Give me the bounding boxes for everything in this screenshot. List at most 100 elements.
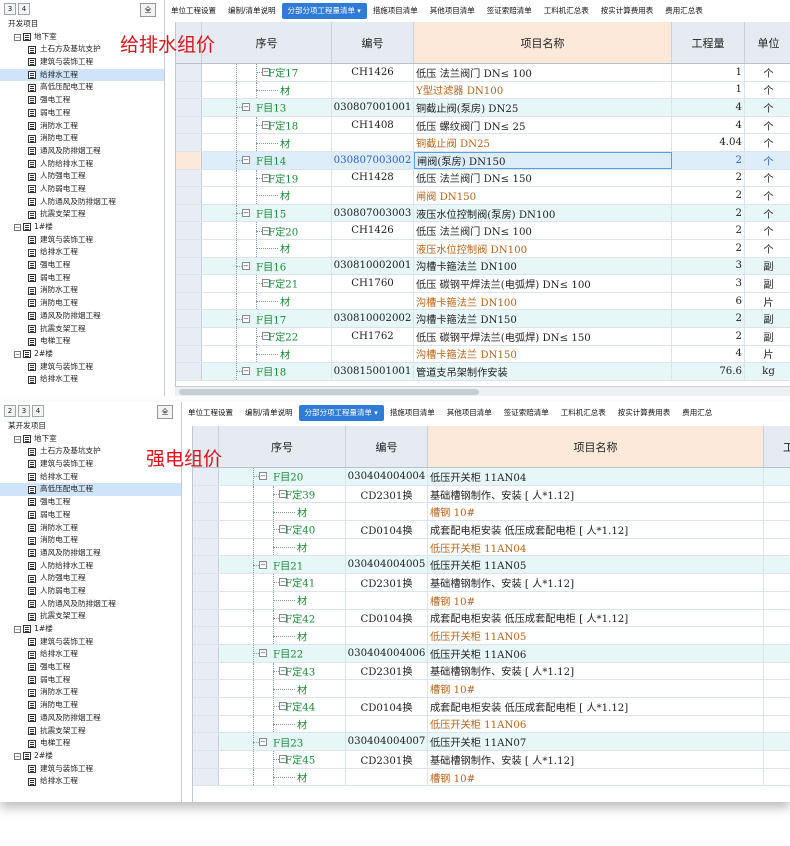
tab-item[interactable]: 其他项目清单 <box>441 405 498 421</box>
table-row[interactable]: 材 沟槽卡箍法兰 DN150 4 片 <box>176 345 790 364</box>
table-row[interactable]: 材 Y型过滤器 DN100 1 个 <box>176 81 790 100</box>
tree-item[interactable]: 消防电工程 <box>0 132 164 145</box>
tree-item[interactable]: 给排水工程 <box>0 246 164 259</box>
tree-item[interactable]: 消防电工程 <box>0 297 164 310</box>
tree-item[interactable]: 通风及防排烟工程 <box>0 712 181 725</box>
table-row[interactable]: −F定39CD2301换基础槽钢制作、安装 [ 人*1.12]4m <box>193 485 790 504</box>
tree-item[interactable]: 高低压配电工程 <box>0 483 181 497</box>
table-row[interactable]: 材槽钢 10#4.04kg <box>193 591 790 610</box>
table-row[interactable]: −F定44CD0104换成套配电柜安装 低压成套配电柜 [ 人*1.12]1台 <box>193 697 790 716</box>
qty-cell[interactable]: 2 <box>672 151 745 169</box>
table-row[interactable]: −F定41CD2301换基础槽钢制作、安装 [ 人*1.12]4m <box>193 574 790 592</box>
tab-item[interactable]: 签证索赔清单 <box>481 3 538 19</box>
qty-cell[interactable]: 2 <box>672 239 745 257</box>
tab-item[interactable]: 其他项目清单 <box>424 3 481 19</box>
tab-item[interactable]: 措施项目清单 <box>384 405 441 421</box>
name-cell[interactable]: 低压 碳钢平焊法兰(电弧焊) DN≤ 150 <box>414 327 672 345</box>
tab-item[interactable]: 编制/清单说明 <box>239 405 299 421</box>
name-cell[interactable]: 铜截止阀 DN25 <box>414 134 672 151</box>
tree-item[interactable]: 强电工程 <box>0 496 181 509</box>
tree-item[interactable]: 某开发项目 <box>0 420 181 433</box>
tree-item[interactable]: 给排水工程 <box>0 648 181 661</box>
name-cell[interactable]: 闸阀 DN150 <box>414 187 672 204</box>
qty-cell[interactable]: 1 <box>764 698 790 715</box>
tree-item[interactable]: 给排水工程 <box>0 775 181 788</box>
table-row[interactable]: −F定42CD0104换成套配电柜安装 低压成套配电柜 [ 人*1.12]1台 <box>193 609 790 628</box>
qty-cell[interactable]: 4.04 <box>764 503 790 520</box>
name-cell[interactable]: 槽钢 10# <box>428 591 764 609</box>
table-row[interactable]: 材槽钢 10#4.04kg <box>193 768 790 787</box>
tree-item[interactable]: 电梯工程 <box>0 737 181 750</box>
table-row[interactable]: − F定19 CH1428 低压 法兰阀门 DN≤ 150 2 个 <box>176 169 790 188</box>
name-cell[interactable]: 铜截止阀(泵房) DN25 <box>414 99 672 116</box>
name-cell[interactable]: 成套配电柜安装 低压成套配电柜 [ 人*1.12] <box>428 521 764 538</box>
tree-item[interactable]: 抗震支架工程 <box>0 323 164 336</box>
qty-cell[interactable]: 2 <box>672 327 745 345</box>
tree-item[interactable]: 人防通风及防排烟工程 <box>0 196 164 209</box>
name-cell[interactable]: 低压开关柜 11AN05 <box>428 627 764 644</box>
qty-cell[interactable]: 1 <box>764 645 790 662</box>
qty-cell[interactable]: 6 <box>672 292 745 310</box>
qty-cell[interactable]: 4 <box>672 99 745 116</box>
tab-item[interactable]: 按实计算费用表 <box>612 405 677 421</box>
tree-item[interactable]: 通风及防排烟工程 <box>0 145 164 158</box>
tree-item[interactable]: − 2#楼 <box>0 750 181 763</box>
tree-item[interactable]: − 2#楼 <box>0 348 164 361</box>
tree-item[interactable]: 通风及防排烟工程 <box>0 310 164 323</box>
collapse-toggle-icon[interactable]: − <box>14 752 21 760</box>
tree-item[interactable]: 人防弱电工程 <box>0 183 164 196</box>
tab-item[interactable]: 编制/清单说明 <box>222 3 282 19</box>
collapse-toggle-icon[interactable]: − <box>242 261 250 270</box>
table-row[interactable]: − F定18 CH1408 低压 螺纹阀门 DN≤ 25 4 个 <box>176 116 790 135</box>
name-cell[interactable]: 基础槽钢制作、安装 [ 人*1.12] <box>428 662 764 680</box>
tab-item[interactable]: 分部分项工程量清单 <box>281 3 367 19</box>
table-row[interactable]: 材槽钢 10#4.04kg <box>193 503 790 522</box>
collapse-toggle-icon[interactable]: − <box>242 156 250 165</box>
tree-item[interactable]: 消防水工程 <box>0 522 181 535</box>
collapse-toggle-icon[interactable]: − <box>14 435 21 443</box>
name-cell[interactable]: 沟槽卡箍法兰 DN150 <box>414 345 672 363</box>
tree-item[interactable]: 强电工程 <box>0 94 164 107</box>
collapse-toggle-icon[interactable]: − <box>259 737 267 746</box>
qty-cell[interactable]: 1 <box>764 521 790 538</box>
qty-cell[interactable]: 3 <box>672 275 745 292</box>
name-cell[interactable]: 成套配电柜安装 低压成套配电柜 [ 人*1.12] <box>428 697 764 715</box>
table-row[interactable]: − F目13 030807001001 铜截止阀(泵房) DN25 4 个 <box>176 99 790 117</box>
qty-cell[interactable]: 4 <box>764 663 790 680</box>
tree-level-button[interactable]: 2 <box>4 405 16 417</box>
tree-item[interactable]: 给排水工程 <box>0 68 164 82</box>
qty-cell[interactable]: 1 <box>764 627 790 644</box>
qty-cell[interactable]: 76.6 <box>672 363 745 380</box>
tab-item[interactable]: 费用汇总表 <box>659 3 709 19</box>
tree-item[interactable]: 给排水工程 <box>0 471 181 484</box>
table-row[interactable]: 材 铜截止阀 DN25 4.04 个 <box>176 134 790 152</box>
table-row[interactable]: 材 沟槽卡箍法兰 DN100 6 片 <box>176 292 790 311</box>
collapse-toggle-icon[interactable]: − <box>242 209 250 218</box>
tab-item[interactable]: 按实计算费用表 <box>595 3 660 19</box>
tree-item[interactable]: 弱电工程 <box>0 674 181 687</box>
table-row[interactable]: − F定22 CH1762 低压 碳钢平焊法兰(电弧焊) DN≤ 150 2 副 <box>176 327 790 346</box>
table-row[interactable]: − F定20 CH1426 低压 法兰阀门 DN≤ 100 2 个 <box>176 222 790 240</box>
collapse-toggle-icon[interactable]: − <box>242 314 250 323</box>
qty-cell[interactable]: 2 <box>672 187 745 204</box>
table-row[interactable]: 材低压开关柜 11AN051台 <box>193 627 790 645</box>
name-cell[interactable]: 基础槽钢制作、安装 [ 人*1.12] <box>428 574 764 591</box>
tree-item[interactable]: 建筑与装饰工程 <box>0 763 181 776</box>
table-row[interactable]: −F目22030404004006低压开关柜 11AN061台 <box>193 644 790 663</box>
tree-item[interactable]: − 1#楼 <box>0 623 181 636</box>
name-cell[interactable]: 沟槽卡箍法兰 DN100 <box>414 292 672 310</box>
table-row[interactable]: −F定40CD0104换成套配电柜安装 低压成套配电柜 [ 人*1.12]1台 <box>193 521 790 539</box>
qty-cell[interactable]: 4 <box>764 486 790 503</box>
table-row[interactable]: 材 液压水位控制阀 DN100 2 个 <box>176 239 790 258</box>
tree-level-button[interactable]: 3 <box>18 405 30 417</box>
name-cell[interactable]: 沟槽卡箍法兰 DN150 <box>414 310 672 327</box>
name-cell[interactable]: 闸阀(泵房) DN150 <box>414 151 672 169</box>
horizontal-scrollbar[interactable] <box>175 386 790 396</box>
name-cell[interactable]: 低压 法兰阀门 DN≤ 100 <box>414 64 672 81</box>
qty-cell[interactable]: 1 <box>764 716 790 733</box>
table-row[interactable]: −F目21030404004005低压开关柜 11AN051台 <box>193 556 790 575</box>
collapse-toggle-icon[interactable]: − <box>259 649 267 658</box>
name-cell[interactable]: 基础槽钢制作、安装 [ 人*1.12] <box>428 751 764 768</box>
expand-all-button[interactable]: 全 <box>157 405 173 419</box>
qty-cell[interactable]: 2 <box>672 204 745 222</box>
